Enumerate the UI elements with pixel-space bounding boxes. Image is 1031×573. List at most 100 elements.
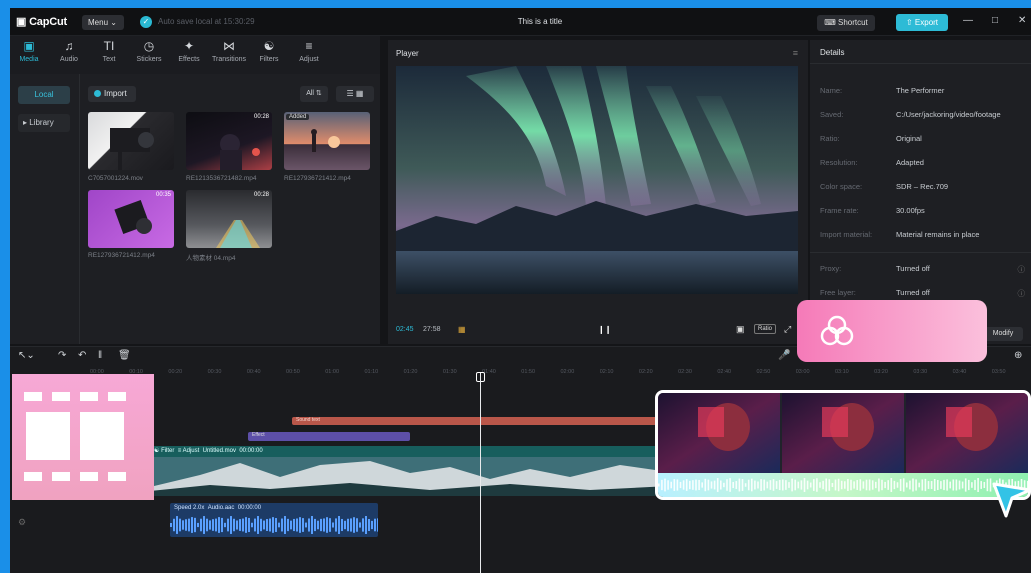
waveform-bar: [909, 480, 911, 490]
waveform-bar: [670, 481, 672, 489]
waveform-bar: [254, 518, 256, 532]
waveform-bar: [350, 518, 352, 532]
waveform-bar: [927, 481, 930, 489]
detail-value: Adapted: [896, 158, 924, 167]
delete-icon[interactable]: 🗑: [118, 350, 131, 361]
info-icon[interactable]: ⓘ: [1018, 288, 1026, 299]
waveform-bar: [284, 516, 286, 534]
waveform-bar: [269, 518, 271, 532]
cursor-arrow-icon: [992, 482, 1031, 518]
waveform-bar: [840, 480, 843, 490]
waveform-bar: [816, 478, 818, 492]
ruler-tick: 02:20: [638, 369, 653, 375]
detail-row: Name: The Performer: [810, 86, 1031, 100]
clip-filter-label: Filter: [161, 448, 175, 454]
select-tool-icon[interactable]: ↖⌄: [18, 350, 35, 361]
undo-icon[interactable]: ↷: [58, 350, 66, 361]
media-thumbnail[interactable]: 00:35: [88, 190, 174, 248]
ruler-tick: 02:30: [678, 369, 692, 375]
zoom-icon[interactable]: ⊕: [1014, 350, 1022, 361]
pause-icon[interactable]: ❙❙: [598, 325, 611, 334]
waveform-bar: [658, 483, 660, 487]
playhead[interactable]: [480, 373, 481, 573]
waveform-bar: [937, 479, 939, 491]
ruler-tick: 03:10: [834, 369, 849, 375]
split-icon[interactable]: ‖: [98, 350, 102, 361]
modify-button[interactable]: Modify: [983, 327, 1023, 341]
sidebar-item-local[interactable]: Local: [18, 86, 70, 104]
tab-effects[interactable]: ✦ Effects: [170, 39, 208, 63]
maximize-icon[interactable]: □: [992, 15, 998, 26]
waveform-bar: [371, 520, 373, 530]
audio-clip[interactable]: Speed 2.0x Audio.aac 00:00:00: [170, 503, 378, 537]
media-icon: ▣: [23, 39, 35, 53]
camera-rig-image: [110, 128, 154, 170]
effects-icon: ✦: [183, 39, 195, 53]
track-settings-icon[interactable]: ⚙: [18, 517, 26, 528]
media-thumbnail[interactable]: [88, 112, 174, 170]
waveform-bar: [751, 478, 753, 492]
waveform-bar: [865, 479, 868, 491]
waveform-bar: [766, 481, 769, 489]
fullscreen-icon[interactable]: ⤢: [784, 324, 791, 335]
snapshot-icon[interactable]: ▣: [736, 324, 745, 335]
waveform-bar: [831, 482, 834, 488]
ruler-tick: 01:50: [521, 369, 536, 375]
sidebar-item-library[interactable]: ▸ Library: [18, 114, 70, 132]
detail-row: Frame rate: 30.00fps: [810, 206, 1031, 220]
main-video-clip[interactable]: ☯ Filter ≡ Adjust Untitled.mov 00:00:00: [150, 446, 690, 496]
waveform-bar: [822, 480, 824, 490]
waveform-bar: [850, 479, 852, 491]
video-preview[interactable]: [396, 66, 798, 294]
logo-text: CapCut: [29, 16, 67, 28]
ratio-button[interactable]: Ratio: [754, 324, 777, 334]
export-button[interactable]: ⇧ Export: [896, 14, 948, 31]
waveform-bar: [958, 480, 961, 490]
tab-label: Text: [102, 56, 116, 63]
import-button[interactable]: Import: [88, 86, 136, 102]
waveform-bar: [377, 518, 378, 532]
list-view-icon: ☰: [346, 89, 354, 98]
media-thumbnail[interactable]: Added: [284, 112, 370, 170]
audio-duration: 00:00:00: [237, 505, 262, 511]
detail-row: Color space: SDR – Rec.709: [810, 182, 1031, 196]
waveform-bar: [952, 479, 955, 491]
tab-transitions[interactable]: ⋈ Transitions: [210, 39, 248, 63]
waveform-bar: [242, 518, 244, 532]
waveform-bar: [716, 478, 719, 492]
tab-stickers[interactable]: ◷ Stickers: [130, 39, 168, 63]
menu-icon[interactable]: ≡: [793, 48, 798, 58]
info-icon[interactable]: ⓘ: [1018, 264, 1026, 275]
divider: [810, 252, 1031, 253]
waveform-bar: [729, 478, 731, 492]
adjust-icon: ≡: [177, 448, 182, 454]
audio-name: Audio.aac: [207, 505, 235, 511]
ruler-tick: 00:50: [286, 369, 300, 375]
close-icon[interactable]: ✕: [1018, 15, 1026, 26]
effect-clip[interactable]: Effect: [248, 432, 410, 441]
filter-dropdown[interactable]: All ⇅: [300, 86, 328, 102]
sort-icon: ⇅: [315, 90, 322, 97]
ruler-tick: 02:00: [560, 369, 575, 375]
mic-icon[interactable]: 🎤: [778, 350, 790, 361]
chevron-down-icon: ⌄: [110, 18, 117, 27]
shortcut-button[interactable]: ⌨ Shortcut: [817, 15, 875, 31]
tab-text[interactable]: TI Text: [90, 39, 128, 63]
tab-adjust[interactable]: ≡ Adjust: [290, 39, 328, 63]
media-thumbnail[interactable]: 00:28: [186, 112, 272, 170]
tab-audio[interactable]: ♫ Audio: [50, 39, 88, 63]
menu-button[interactable]: Menu ⌄: [82, 15, 124, 30]
view-toggle[interactable]: ☰ ▦: [336, 86, 374, 102]
detail-value: Turned off: [896, 264, 930, 273]
waveform-bar: [940, 481, 942, 489]
tab-media[interactable]: ▣ Media: [10, 39, 48, 63]
media-thumbnail[interactable]: 00:28: [186, 190, 272, 248]
text-clip[interactable]: Sound text: [292, 417, 682, 425]
time-ruler[interactable]: 00:00 00:10 00:20 00:30 00:40 00:50 01:00 01:10…: [90, 369, 1031, 379]
text-icon: TI: [103, 39, 115, 53]
tab-filters[interactable]: ☯ Filters: [250, 39, 288, 63]
minimize-icon[interactable]: —: [963, 15, 973, 26]
redo-icon[interactable]: ↶: [78, 350, 86, 361]
waveform-bar: [912, 478, 914, 492]
color-icon[interactable]: ▦: [458, 325, 466, 334]
